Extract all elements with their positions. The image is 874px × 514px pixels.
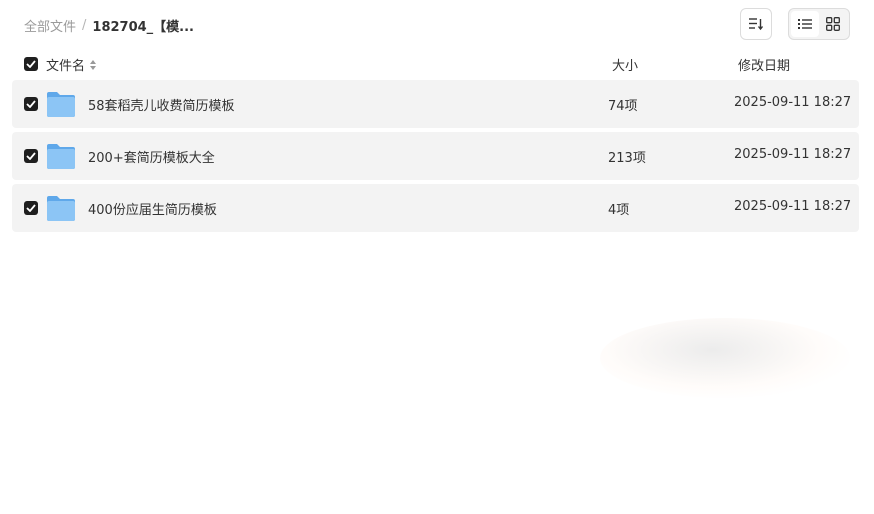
column-date-header[interactable]: 修改日期 [738,55,790,74]
sort-caret-icon [89,59,97,71]
row-checkbox[interactable] [24,97,38,111]
grid-view-icon [826,17,840,31]
sort-lines-icon [749,18,764,31]
breadcrumb-separator: / [82,17,87,33]
file-browser: 全部文件 / 182704_【模... 文件名 大小 修改日期 58套稻壳儿收费… [0,0,874,514]
select-all-checkbox[interactable] [24,57,38,71]
column-header: 文件名 大小 修改日期 [0,52,874,76]
row-checkbox[interactable] [24,149,38,163]
file-date: 2025-09-11 18:27 [734,95,852,110]
breadcrumb-current: 182704_【模... [92,19,194,35]
header: 全部文件 / 182704_【模... [0,0,874,48]
file-date: 2025-09-11 18:27 [734,147,852,162]
background-smudge [600,318,850,398]
file-name[interactable]: 58套稻壳儿收费简历模板 [88,95,235,114]
checkmark-icon [26,204,36,212]
column-size-header[interactable]: 大小 [612,55,638,74]
file-count: 4项 [608,203,630,218]
list-view-button[interactable] [791,11,819,37]
file-date: 2025-09-11 18:27 [734,199,852,214]
folder-icon [47,144,75,169]
file-count: 213项 [608,151,646,166]
checkmark-icon [26,60,36,68]
file-row[interactable]: 200+套简历模板大全 213项 2025-09-11 18:27 [12,132,859,180]
sort-button[interactable] [740,8,772,40]
column-name-label: 文件名 [46,59,86,74]
checkmark-icon [26,152,36,160]
list-view-icon [798,19,812,29]
file-row[interactable]: 400份应届生简历模板 4项 2025-09-11 18:27 [12,184,859,232]
breadcrumb: 全部文件 / 182704_【模... [24,15,194,35]
breadcrumb-root[interactable]: 全部文件 [24,16,76,35]
checkmark-icon [26,100,36,108]
column-name-header[interactable]: 文件名 [46,55,97,74]
folder-icon [47,92,75,117]
file-name[interactable]: 400份应届生简历模板 [88,199,217,218]
file-name[interactable]: 200+套简历模板大全 [88,147,215,166]
file-row[interactable]: 58套稻壳儿收费简历模板 74项 2025-09-11 18:27 [12,80,859,128]
folder-icon [47,196,75,221]
file-count: 74项 [608,99,638,114]
view-toggle [788,8,850,40]
grid-view-button[interactable] [819,11,847,37]
row-checkbox[interactable] [24,201,38,215]
